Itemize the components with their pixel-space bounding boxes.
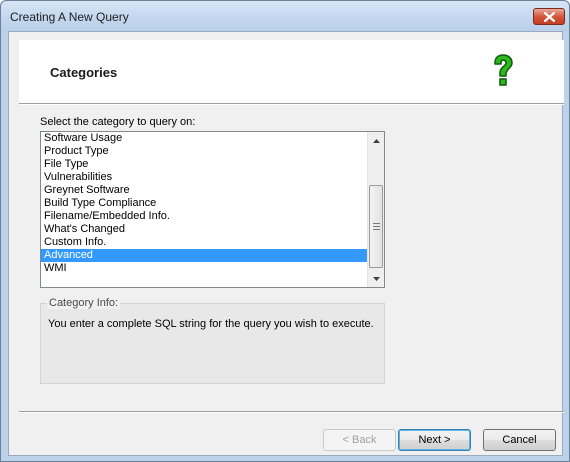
list-scrollbar[interactable] <box>367 132 384 287</box>
list-item[interactable]: What's Changed <box>41 223 367 236</box>
dialog-client-area: Categories Select the category to query … <box>8 31 564 456</box>
scroll-up-button[interactable] <box>368 132 385 149</box>
scroll-down-button[interactable] <box>368 270 385 287</box>
title-bar[interactable]: Creating A New Query <box>1 1 569 31</box>
category-prompt-label: Select the category to query on: <box>40 116 196 128</box>
category-info-legend: Category Info: <box>47 297 121 309</box>
list-item[interactable]: Vulnerabilities <box>41 171 367 184</box>
footer-divider <box>19 411 564 413</box>
category-listbox[interactable]: Software Usage Product Type File Type Vu… <box>40 131 385 288</box>
list-item[interactable]: Software Usage <box>41 132 367 145</box>
category-list-items: Software Usage Product Type File Type Vu… <box>41 132 367 287</box>
page-title: Categories <box>50 65 118 80</box>
category-info-text: You enter a complete SQL string for the … <box>48 318 374 330</box>
back-button[interactable]: < Back <box>323 429 396 451</box>
list-item[interactable]: Filename/Embedded Info. <box>41 210 367 223</box>
list-item-selected[interactable]: Advanced <box>41 249 367 262</box>
scroll-grip-icon <box>373 223 380 232</box>
category-info-group <box>40 303 385 384</box>
list-item[interactable]: Build Type Compliance <box>41 197 367 210</box>
scroll-up-arrow-icon <box>373 138 380 143</box>
header-divider <box>19 103 564 105</box>
cancel-button[interactable]: Cancel <box>483 429 556 451</box>
list-item[interactable]: WMI <box>41 262 367 275</box>
close-icon <box>543 11 555 22</box>
next-button[interactable]: Next > <box>398 429 471 451</box>
list-item[interactable]: Product Type <box>41 145 367 158</box>
list-item[interactable]: Custom Info. <box>41 236 367 249</box>
scroll-thumb[interactable] <box>369 185 383 268</box>
list-item[interactable]: Greynet Software <box>41 184 367 197</box>
dialog-window: Creating A New Query Categories Select t… <box>0 0 570 462</box>
close-button[interactable] <box>533 8 565 25</box>
scroll-down-arrow-icon <box>373 276 380 281</box>
help-question-icon <box>494 54 513 86</box>
list-item[interactable]: File Type <box>41 158 367 171</box>
window-title: Creating A New Query <box>10 10 129 24</box>
wizard-header: Categories <box>19 40 564 103</box>
